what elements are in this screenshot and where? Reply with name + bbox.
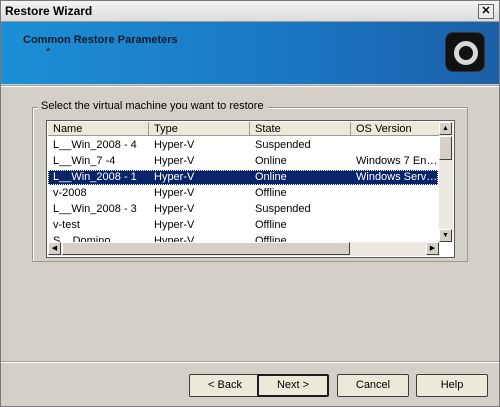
row-name: v-test xyxy=(53,219,80,231)
row-os xyxy=(351,202,438,217)
row-state: Offline xyxy=(255,235,287,242)
vertical-scroll-thumb[interactable] xyxy=(439,136,452,160)
cancel-button[interactable]: Cancel xyxy=(337,374,409,397)
row-name: S__Domino xyxy=(53,235,111,242)
column-header-name[interactable]: Name xyxy=(48,122,149,136)
horizontal-scroll-thumb[interactable] xyxy=(62,242,350,255)
page-subtitle: * xyxy=(46,46,51,58)
row-name: L__Win_2008 - 1 xyxy=(53,171,137,183)
row-os xyxy=(351,218,438,233)
row-name: v-2008 xyxy=(53,187,87,199)
row-name: L__Win_2008 - 3 xyxy=(53,203,137,215)
restore-wizard-window: Restore Wizard ✕ Common Restore Paramete… xyxy=(0,0,500,407)
row-os: Windows Server … xyxy=(356,171,438,183)
table-row-selected[interactable]: L__Win_2008 - 1 Hyper-V Online Windows S… xyxy=(48,170,438,185)
vm-selection-label: Select the virtual machine you want to r… xyxy=(38,100,267,112)
vertical-scrollbar[interactable]: ▲ ▼ xyxy=(439,122,453,242)
row-os xyxy=(351,138,438,153)
next-button[interactable]: Next > xyxy=(257,374,329,397)
horizontal-scrollbar[interactable]: ◀ ▶ xyxy=(48,242,439,256)
row-type: Hyper-V xyxy=(154,171,195,183)
vm-list[interactable]: Name Type State OS Version L__Win_2008 -… xyxy=(46,120,455,258)
row-state: Suspended xyxy=(255,203,311,215)
row-name: L__Win_2008 - 4 xyxy=(53,139,137,151)
row-type: Hyper-V xyxy=(154,187,195,199)
page-title: Common Restore Parameters xyxy=(23,34,178,46)
row-type: Hyper-V xyxy=(154,155,195,167)
table-row[interactable]: v-test Hyper-V Offline xyxy=(48,218,438,233)
help-button[interactable]: Help xyxy=(416,374,488,397)
column-header-os-version[interactable]: OS Version xyxy=(351,122,441,136)
back-button[interactable]: < Back xyxy=(189,374,261,397)
table-row[interactable]: S__Domino Hyper-V Offline xyxy=(48,234,438,242)
row-os xyxy=(351,234,438,242)
row-type: Hyper-V xyxy=(154,203,195,215)
row-name: L__Win_7 -4 xyxy=(53,155,116,167)
table-row[interactable]: v-2008 Hyper-V Offline xyxy=(48,186,438,201)
column-header-type[interactable]: Type xyxy=(149,122,250,136)
row-type: Hyper-V xyxy=(154,235,195,242)
row-os: Windows 7 Enter… xyxy=(356,155,438,167)
window-title: Restore Wizard xyxy=(5,4,93,18)
title-bar: Restore Wizard ✕ xyxy=(1,1,499,22)
row-state: Offline xyxy=(255,187,287,199)
row-os xyxy=(351,186,438,201)
close-icon[interactable]: ✕ xyxy=(478,4,494,19)
table-row[interactable]: L__Win_2008 - 4 Hyper-V Suspended xyxy=(48,138,438,153)
row-state: Online xyxy=(255,155,287,167)
row-state: Online xyxy=(255,171,287,183)
row-type: Hyper-V xyxy=(154,219,195,231)
row-type: Hyper-V xyxy=(154,139,195,151)
scroll-right-icon[interactable]: ▶ xyxy=(426,242,439,255)
app-logo-icon xyxy=(446,33,484,71)
column-header-state[interactable]: State xyxy=(250,122,351,136)
row-state: Offline xyxy=(255,219,287,231)
table-row[interactable]: L__Win_7 -4 Hyper-V Online Windows 7 Ent… xyxy=(48,154,438,169)
scroll-down-icon[interactable]: ▼ xyxy=(439,229,452,242)
table-row[interactable]: L__Win_2008 - 3 Hyper-V Suspended xyxy=(48,202,438,217)
scroll-up-icon[interactable]: ▲ xyxy=(439,122,452,135)
row-state: Suspended xyxy=(255,139,311,151)
list-header: Name Type State OS Version xyxy=(48,122,441,137)
wizard-header: Common Restore Parameters * xyxy=(1,22,499,84)
footer-divider xyxy=(1,361,499,363)
header-divider xyxy=(1,85,499,87)
scroll-left-icon[interactable]: ◀ xyxy=(48,242,61,255)
